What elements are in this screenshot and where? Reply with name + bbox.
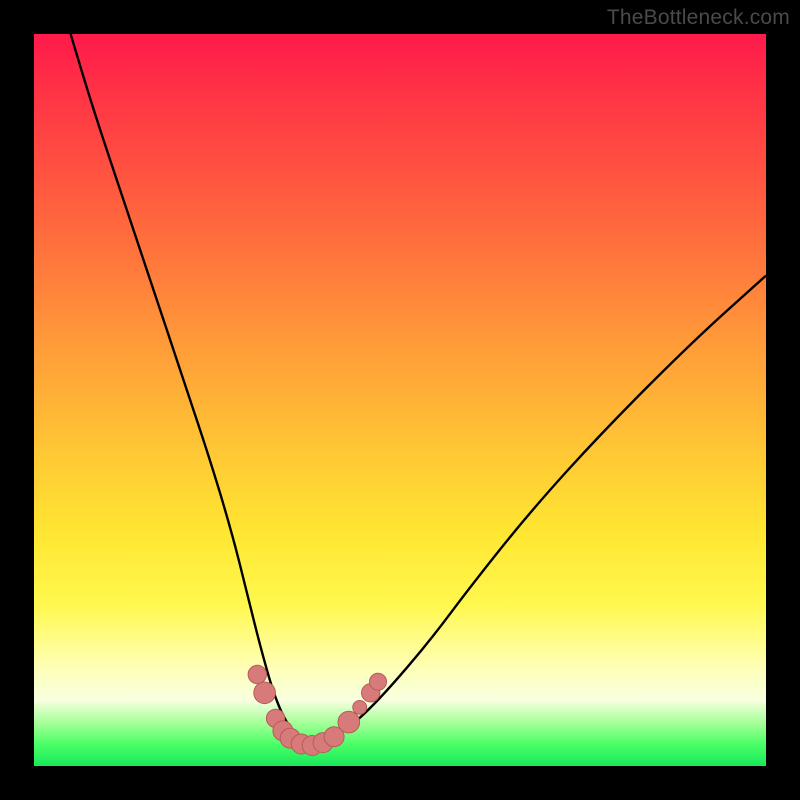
curve-marker — [338, 711, 360, 733]
curve-marker — [370, 673, 387, 690]
watermark-text: TheBottleneck.com — [607, 6, 790, 30]
curve-marker — [248, 665, 266, 683]
curve-marker — [353, 701, 367, 715]
chart-svg — [34, 34, 766, 766]
chart-plot-area — [34, 34, 766, 766]
curve-marker — [254, 682, 276, 704]
bottleneck-curve — [71, 34, 766, 744]
chart-frame: TheBottleneck.com — [0, 0, 800, 800]
